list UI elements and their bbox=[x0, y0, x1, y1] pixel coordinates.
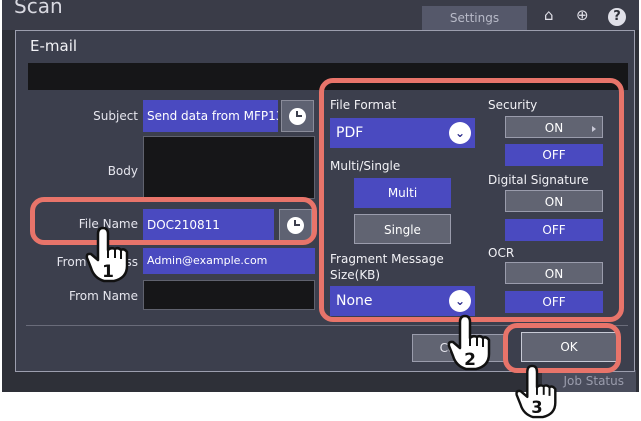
step-3-number: 3 bbox=[531, 398, 542, 417]
from-name-field[interactable] bbox=[143, 280, 315, 310]
body-field[interactable] bbox=[143, 136, 315, 199]
step-1-number: 1 bbox=[102, 262, 114, 282]
globe-icon[interactable]: ⊕ bbox=[576, 6, 589, 24]
pointer-hand-icon-step-2: 2 bbox=[447, 314, 491, 371]
clock-icon bbox=[289, 107, 306, 125]
callout-box-file-name bbox=[30, 197, 317, 245]
home-icon[interactable]: ⌂ bbox=[544, 6, 554, 24]
callout-box-options bbox=[319, 78, 624, 322]
pointer-hand-icon-step-3: 3 bbox=[515, 364, 557, 419]
app-title: Scan bbox=[14, 0, 63, 18]
settings-tab[interactable]: Settings bbox=[422, 6, 527, 30]
from-address-field[interactable]: Admin@example.com bbox=[143, 248, 315, 274]
subject-history-button[interactable] bbox=[281, 100, 314, 132]
step-2-number: 2 bbox=[464, 350, 476, 370]
help-icon[interactable]: ? bbox=[608, 8, 626, 26]
pointer-hand-icon-step-1: 1 bbox=[85, 226, 129, 283]
body-label: Body bbox=[107, 164, 138, 178]
subject-field[interactable]: Send data from MFP13 bbox=[143, 100, 278, 132]
dialog-title: E-mail bbox=[30, 37, 78, 55]
from-name-label: From Name bbox=[69, 289, 138, 303]
subject-label: Subject bbox=[93, 109, 138, 123]
top-bar: Scan Settings ⌂ ⊕ ? bbox=[2, 0, 639, 30]
